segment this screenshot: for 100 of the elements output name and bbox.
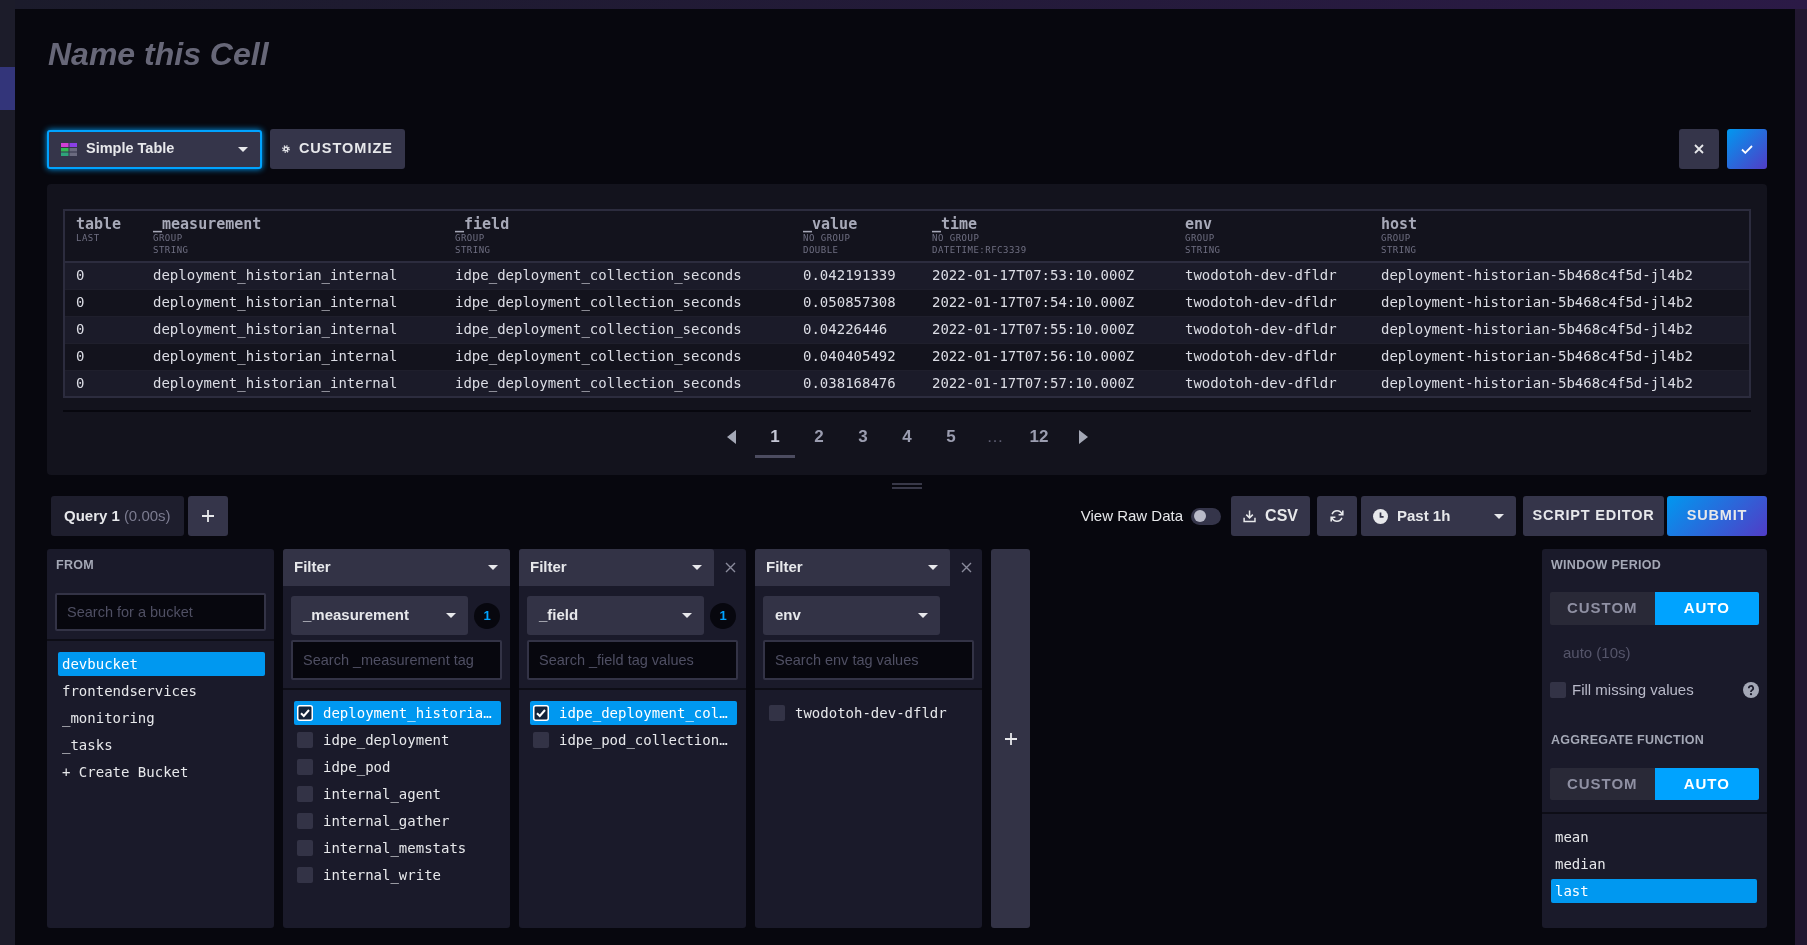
column-meta: GROUP bbox=[153, 233, 184, 245]
table-cell: 2022-01-17T07:57:10.000Z bbox=[921, 370, 1174, 397]
checkbox[interactable] bbox=[533, 732, 549, 748]
tag-value-item[interactable]: idpe_pod_collection… bbox=[530, 728, 737, 752]
tag-key-dropdown[interactable]: _measurement bbox=[291, 596, 468, 635]
table-cell: idpe_deployment_collection_seconds bbox=[444, 262, 792, 289]
page-button[interactable]: 1 bbox=[755, 418, 795, 458]
tag-value-item[interactable]: internal_memstats bbox=[294, 836, 501, 860]
tag-value-item[interactable]: twodotoh-dev-dfldr bbox=[766, 701, 973, 725]
column-meta: GROUP bbox=[1185, 233, 1216, 245]
page-button[interactable]: 12 bbox=[1019, 418, 1059, 458]
help-icon[interactable] bbox=[1743, 682, 1759, 698]
checkbox[interactable] bbox=[297, 786, 313, 802]
close-icon bbox=[960, 562, 972, 573]
function-item[interactable]: mean bbox=[1551, 825, 1757, 849]
table-cell: twodotoh-dev-dfldr bbox=[1174, 289, 1370, 316]
table-cell: 2022-01-17T07:56:10.000Z bbox=[921, 343, 1174, 370]
submit-button[interactable]: SUBMIT bbox=[1667, 496, 1767, 536]
page-button[interactable]: 3 bbox=[843, 418, 883, 458]
tag-key-dropdown[interactable]: _field bbox=[527, 596, 704, 635]
tag-value-label: twodotoh-dev-dfldr bbox=[795, 703, 947, 723]
table-cell: 2022-01-17T07:55:10.000Z bbox=[921, 316, 1174, 343]
page-button[interactable]: 4 bbox=[887, 418, 927, 458]
tag-value-label: idpe_deployment bbox=[323, 730, 450, 751]
column-header: _measurement bbox=[153, 215, 263, 233]
tag-value-label: idpe_deployment_col… bbox=[559, 703, 728, 724]
tag-value-item[interactable]: idpe_pod bbox=[294, 755, 501, 779]
time-range-dropdown[interactable]: Past 1h bbox=[1361, 496, 1516, 536]
table-cell: 0 bbox=[64, 289, 142, 316]
tag-search-field[interactable]: Search env tag values bbox=[763, 640, 974, 680]
column-meta: STRING bbox=[455, 244, 492, 256]
toggle-switch[interactable] bbox=[1191, 507, 1221, 525]
close-button[interactable] bbox=[1679, 129, 1719, 169]
checkbox[interactable] bbox=[769, 705, 785, 721]
drag-handle-icon[interactable] bbox=[892, 482, 922, 489]
filter-type-dropdown[interactable]: Filter bbox=[283, 549, 510, 586]
checkbox[interactable] bbox=[297, 732, 313, 748]
function-item[interactable]: median bbox=[1551, 852, 1757, 876]
bucket-item[interactable]: _tasks bbox=[58, 733, 265, 757]
add-query-button[interactable] bbox=[187, 496, 228, 536]
tag-search-field[interactable]: Search _measurement tag bbox=[291, 640, 502, 680]
create-bucket-link[interactable]: + Create Bucket bbox=[58, 760, 265, 784]
close-icon bbox=[1694, 144, 1704, 154]
table-cell: deployment-historian-5b468c4f5d-jl4b2 bbox=[1370, 262, 1750, 289]
tag-key-dropdown[interactable]: env bbox=[763, 596, 940, 635]
checkbox[interactable] bbox=[533, 705, 549, 721]
tag-value-label: deployment_historia… bbox=[323, 703, 492, 724]
checkbox[interactable] bbox=[297, 759, 313, 775]
column-meta: GROUP bbox=[1381, 233, 1412, 245]
table-cell: 0.042191339 bbox=[792, 262, 921, 289]
table-cell: 2022-01-17T07:53:10.000Z bbox=[921, 262, 1174, 289]
tag-value-label: internal_agent bbox=[323, 784, 441, 805]
table-cell: deployment-historian-5b468c4f5d-jl4b2 bbox=[1370, 370, 1750, 397]
bucket-item[interactable]: _monitoring bbox=[58, 706, 265, 730]
column-meta: STRING bbox=[1381, 244, 1418, 256]
column-header: env bbox=[1185, 215, 1214, 233]
bucket-item[interactable]: frontendservices bbox=[58, 679, 265, 703]
checkbox[interactable] bbox=[297, 705, 313, 721]
customize-button[interactable]: CUSTOMIZE bbox=[270, 129, 405, 169]
table-cell: 0.038168476 bbox=[792, 370, 921, 397]
checkbox[interactable] bbox=[297, 840, 313, 856]
script-editor-button[interactable]: SCRIPT EDITOR bbox=[1523, 496, 1664, 536]
tag-search-field[interactable]: Search _field tag values bbox=[527, 640, 738, 680]
mode-toggle-button[interactable]: CUSTOM bbox=[1550, 592, 1655, 625]
tag-value-item[interactable]: idpe_deployment bbox=[294, 728, 501, 752]
filter-type-dropdown[interactable]: Filter bbox=[519, 549, 714, 586]
fill-missing-label: Fill missing values bbox=[1572, 679, 1694, 700]
page-button[interactable]: 2 bbox=[799, 418, 839, 458]
bucket-search-field[interactable]: Search for a bucket bbox=[55, 593, 266, 631]
refresh-button[interactable] bbox=[1317, 496, 1357, 536]
column-header: table bbox=[76, 215, 123, 233]
tag-value-label: idpe_pod bbox=[323, 757, 391, 778]
cell-name-title[interactable]: Name this Cell bbox=[47, 35, 269, 73]
table-cell: twodotoh-dev-dfldr bbox=[1174, 370, 1370, 397]
tag-value-item[interactable]: internal_write bbox=[294, 863, 501, 887]
table-cell: 0 bbox=[64, 343, 142, 370]
page-button[interactable]: 5 bbox=[931, 418, 971, 458]
close-icon bbox=[724, 562, 736, 573]
visualization-dropdown[interactable]: Simple Table bbox=[47, 129, 262, 169]
download-icon bbox=[1243, 509, 1257, 523]
column-header: host bbox=[1381, 215, 1419, 233]
tag-value-item[interactable]: internal_agent bbox=[294, 782, 501, 806]
table-cell: deployment_historian_internal bbox=[142, 316, 444, 343]
section-heading: WINDOW PERIOD bbox=[1550, 557, 1662, 573]
tag-value-label: idpe_pod_collection… bbox=[559, 730, 728, 751]
tag-value-label: internal_memstats bbox=[323, 838, 467, 859]
mode-toggle-button[interactable]: CUSTOM bbox=[1550, 768, 1655, 800]
column-meta: DOUBLE bbox=[803, 244, 840, 256]
plus-icon bbox=[1004, 732, 1017, 745]
checkbox[interactable] bbox=[1550, 682, 1566, 698]
checkbox[interactable] bbox=[297, 867, 313, 883]
table-cell: twodotoh-dev-dfldr bbox=[1174, 262, 1370, 289]
caret-left-icon bbox=[726, 429, 736, 444]
tag-value-item[interactable]: internal_gather bbox=[294, 809, 501, 833]
filter-type-dropdown[interactable]: Filter bbox=[755, 549, 950, 586]
confirm-button[interactable] bbox=[1727, 129, 1767, 169]
column-meta: NO GROUP bbox=[932, 233, 981, 245]
checkbox[interactable] bbox=[297, 813, 313, 829]
csv-button[interactable]: CSV bbox=[1231, 496, 1310, 536]
query-tab[interactable]: Query 1 (0.00s) bbox=[51, 496, 184, 536]
